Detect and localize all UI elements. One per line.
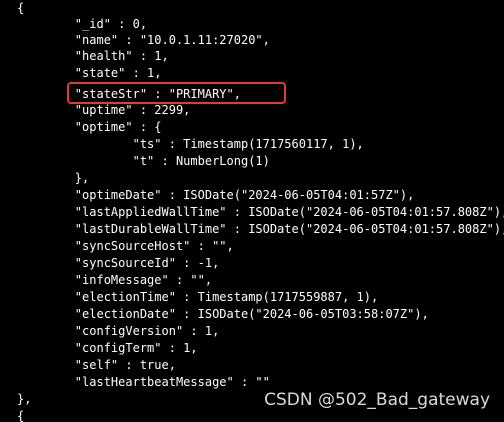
line-close-brace: }, (17, 392, 32, 406)
terminal-output: { "_id" : 0, "name" : "10.0.1.11:27020",… (0, 0, 504, 422)
line-lastheartbeatmessage: "lastHeartbeatMessage" : "" (17, 375, 270, 389)
line-configterm: "configTerm" : 1, (17, 341, 198, 355)
line-id: "_id" : 0, (17, 17, 148, 31)
line-syncsourcehost: "syncSourceHost" : "", (17, 239, 234, 253)
line-uptime: "uptime" : 2299, (17, 103, 191, 117)
line-state: "state" : 1, (17, 66, 162, 80)
line-infomessage: "infoMessage" : "", (17, 273, 213, 287)
line-lastdurablewalltime: "lastDurableWallTime" : ISODate("2024-06… (17, 222, 504, 236)
line-self: "self" : true, (17, 358, 176, 372)
line-next-open-brace: { (17, 409, 25, 422)
line-open-brace: { (17, 1, 25, 15)
line-configversion: "configVersion" : 1, (17, 324, 220, 338)
line-health: "health" : 1, (17, 49, 169, 63)
statestr-highlight-box (67, 82, 286, 104)
line-optimedate: "optimeDate" : ISODate("2024-06-05T04:01… (17, 188, 415, 202)
line-electiondate: "electionDate" : ISODate("2024-06-05T03:… (17, 307, 429, 321)
line-optime: "optime" : { (17, 120, 162, 134)
line-syncsourceid: "syncSourceId" : -1, (17, 256, 220, 270)
line-optime-close: }, (17, 171, 90, 185)
line-optime-ts: "ts" : Timestamp(1717560117, 1), (17, 137, 364, 151)
line-optime-t: "t" : NumberLong(1) (17, 154, 270, 168)
line-electiontime: "electionTime" : Timestamp(1717559887, 1… (17, 290, 379, 304)
line-name: "name" : "10.0.1.11:27020", (17, 33, 270, 47)
line-lastappliedwalltime: "lastAppliedWallTime" : ISODate("2024-06… (17, 205, 504, 219)
watermark: CSDN @502_Bad_gateway (264, 390, 490, 410)
